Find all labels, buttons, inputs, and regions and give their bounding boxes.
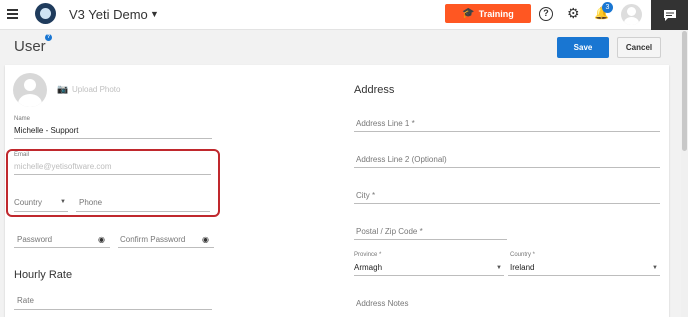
avatar[interactable] xyxy=(621,4,642,25)
graduation-cap-icon: 🎓 xyxy=(462,8,475,19)
email-underline xyxy=(14,174,211,175)
phone-underline xyxy=(76,211,210,212)
rate-underline xyxy=(14,309,212,310)
name-field[interactable]: Michelle - Support xyxy=(14,126,78,135)
avatar[interactable] xyxy=(13,73,47,107)
city-underline xyxy=(354,203,660,204)
email-field[interactable]: michelle@yetisoftware.com xyxy=(14,162,111,171)
password-field[interactable]: Password xyxy=(17,235,52,244)
app-title[interactable]: V3 Yeti Demo xyxy=(69,7,148,22)
confirm-password-field[interactable]: Confirm Password xyxy=(120,235,185,244)
address-line1-underline xyxy=(354,131,660,132)
chevron-down-icon[interactable]: ▼ xyxy=(60,199,66,205)
scrollbar-thumb[interactable] xyxy=(682,31,687,151)
address-line2-field[interactable]: Address Line 2 (Optional) xyxy=(356,155,447,164)
postal-code-field[interactable]: Postal / Zip Code * xyxy=(356,227,423,236)
chat-bubble-icon xyxy=(663,9,676,21)
hourly-rate-title: Hourly Rate xyxy=(14,269,73,281)
address-line1-field[interactable]: Address Line 1 * xyxy=(356,119,415,128)
phone-field[interactable]: Phone xyxy=(79,198,102,207)
hamburger-icon[interactable] xyxy=(7,9,18,19)
help-icon[interactable]: ? xyxy=(45,34,52,41)
chevron-down-icon[interactable]: ▼ xyxy=(496,265,502,271)
address-notes-field[interactable]: Address Notes xyxy=(356,299,408,308)
name-underline xyxy=(14,138,212,139)
postal-code-underline xyxy=(354,239,507,240)
logo-icon[interactable] xyxy=(35,3,56,24)
training-label: Training xyxy=(478,8,514,19)
eye-off-icon[interactable]: ◉ xyxy=(202,235,209,244)
province-label: Province * xyxy=(354,252,382,258)
password-underline xyxy=(14,247,110,248)
city-field[interactable]: City * xyxy=(356,191,375,200)
country-underline xyxy=(508,275,660,276)
country-select[interactable]: Ireland xyxy=(510,263,534,272)
province-underline xyxy=(354,275,504,276)
gear-icon[interactable]: ⚙ xyxy=(567,6,581,20)
chevron-down-icon[interactable]: ▼ xyxy=(652,265,658,271)
country-underline xyxy=(14,211,68,212)
country-select[interactable]: Country xyxy=(14,198,42,207)
email-label: Email xyxy=(14,152,30,158)
rate-field[interactable]: Rate xyxy=(17,296,34,305)
page-title: User xyxy=(14,38,46,55)
upload-photo-link[interactable]: Upload Photo xyxy=(72,85,120,94)
cancel-button[interactable]: Cancel xyxy=(617,37,661,58)
save-button[interactable]: Save xyxy=(557,37,609,58)
eye-off-icon[interactable]: ◉ xyxy=(98,235,105,244)
chat-icon[interactable] xyxy=(651,0,688,30)
top-bar: V3 Yeti Demo ▼ 🎓 Training ? ⚙ 🔔 3 xyxy=(0,0,688,30)
address-line2-underline xyxy=(354,167,660,168)
chevron-down-icon[interactable]: ▼ xyxy=(150,9,159,19)
address-title: Address xyxy=(354,84,395,96)
confirm-password-underline xyxy=(118,247,214,248)
camera-icon[interactable]: 📷 xyxy=(57,84,68,95)
country-label: Country * xyxy=(510,252,536,258)
province-select[interactable]: Armagh xyxy=(354,263,382,272)
help-icon[interactable]: ? xyxy=(539,7,553,21)
notification-badge: 3 xyxy=(602,2,613,13)
name-label: Name xyxy=(14,116,31,122)
training-button[interactable]: 🎓 Training xyxy=(445,4,531,23)
